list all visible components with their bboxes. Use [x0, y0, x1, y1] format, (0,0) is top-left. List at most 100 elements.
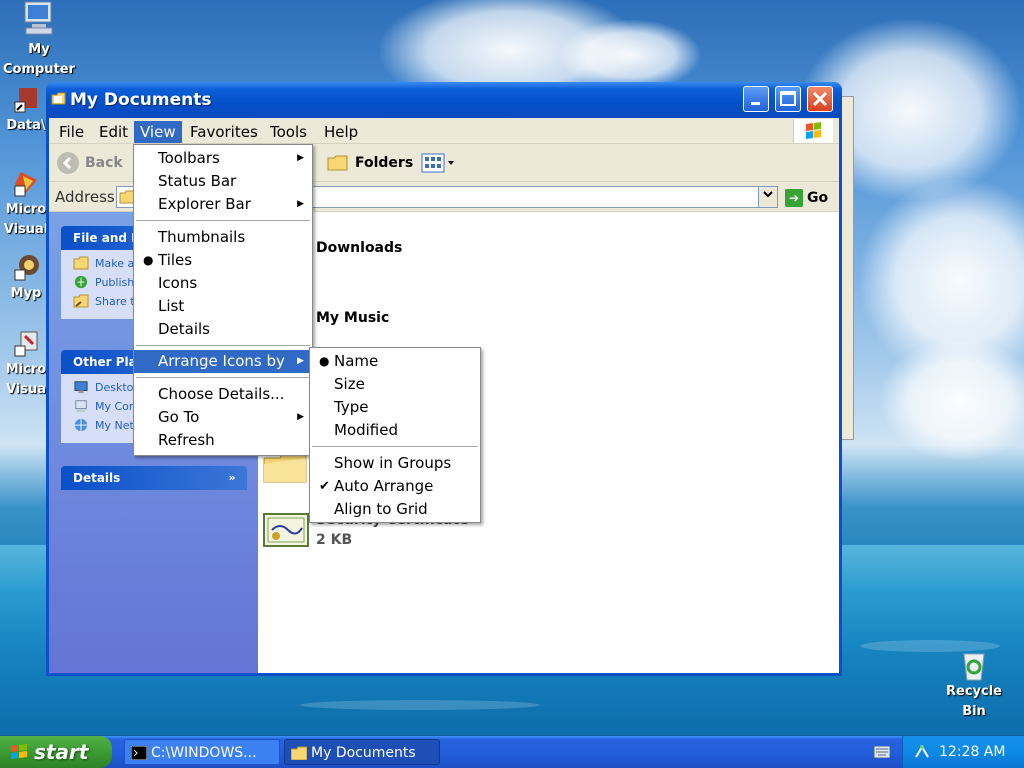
folder-icon [291, 746, 307, 760]
view-menu: Toolbars ▶ Status Bar Explorer Bar ▶ Thu… [133, 144, 313, 456]
view-menu-choose-details[interactable]: Choose Details... [134, 383, 312, 406]
maximize-icon [780, 91, 796, 106]
view-menu-arrange-icons-by[interactable]: Arrange Icons by ▶ [134, 350, 312, 373]
address-label: Address [55, 188, 115, 206]
radio-bullet-icon: ● [143, 253, 154, 267]
share-folder-icon [73, 294, 89, 308]
submenu-arrow-icon: ▶ [297, 199, 304, 209]
view-menu-icons[interactable]: Icons [134, 272, 312, 295]
menu-item-label: Toolbars [158, 149, 220, 167]
computer-icon [24, 1, 53, 35]
desktop-icon-recycle-bin[interactable]: Recycle Bin [934, 648, 1014, 722]
taskbar-item-cmd[interactable]: C:\WINDOWS... [124, 739, 280, 765]
submenu-arrow-icon: ▶ [297, 412, 304, 422]
menu-tools[interactable]: Tools [264, 121, 313, 143]
new-folder-icon [73, 256, 89, 270]
radio-bullet-icon: ● [319, 354, 330, 368]
background-window-edge [840, 96, 854, 440]
arrange-align-to-grid[interactable]: Align to Grid [310, 498, 480, 521]
desktop-icon [74, 381, 88, 394]
back-arrow-icon [57, 152, 79, 174]
menu-separator [136, 220, 310, 221]
clock[interactable]: 12:28 AM [939, 736, 1005, 768]
network-icon [74, 418, 88, 432]
expand-icon: » [228, 471, 236, 484]
windows-flag-icon [806, 122, 821, 139]
menu-item-label: Auto Arrange [334, 477, 434, 495]
item-downloads[interactable]: Downloads [316, 240, 402, 256]
shortcut-icon [14, 88, 37, 113]
windows-logo [793, 119, 833, 143]
menu-help[interactable]: Help [318, 121, 364, 143]
arrange-by-type[interactable]: Type [310, 396, 480, 419]
menu-item-label: Explorer Bar [158, 195, 251, 213]
view-menu-tiles[interactable]: ● Tiles [134, 249, 312, 272]
arrange-by-modified[interactable]: Modified [310, 419, 480, 442]
view-menu-details[interactable]: Details [134, 318, 312, 341]
menu-view[interactable]: View [134, 121, 182, 143]
arrange-icons-submenu: ● Name Size Type Modified Show in Groups… [309, 347, 481, 523]
view-menu-refresh[interactable]: Refresh [134, 429, 312, 452]
title-bar[interactable]: My Documents [46, 82, 842, 118]
network-icon[interactable] [913, 743, 931, 761]
go-label: Go [807, 190, 829, 206]
app-icon [14, 255, 39, 281]
taskbar-item-label: My Documents [311, 745, 416, 761]
menu-edit[interactable]: Edit [93, 121, 134, 143]
submenu-arrow-icon: ▶ [297, 153, 304, 163]
arrange-auto-arrange[interactable]: ✔ Auto Arrange [310, 475, 480, 498]
taskbar: start C:\WINDOWS... My Documents 12:28 A… [0, 736, 1024, 768]
certificate-icon[interactable] [262, 512, 310, 548]
maximize-button[interactable] [775, 86, 801, 112]
menu-bar: File Edit View Favorites Tools Help [49, 118, 839, 144]
close-icon [812, 91, 828, 107]
command-prompt-icon [131, 746, 147, 760]
close-button[interactable] [807, 86, 833, 112]
folders-icon [327, 155, 348, 171]
cloud [560, 20, 700, 90]
chevron-down-icon [763, 191, 773, 198]
address-dropdown-button[interactable] [758, 186, 778, 208]
folders-button[interactable]: Folders [327, 151, 413, 175]
menu-item-label: Arrange Icons by [158, 352, 285, 370]
minimize-icon [751, 102, 760, 105]
taskbar-item-my-documents[interactable]: My Documents [284, 739, 440, 765]
menu-separator [136, 377, 310, 378]
back-button[interactable]: Back [57, 151, 123, 175]
arrange-by-name[interactable]: ● Name [310, 350, 480, 373]
system-tray: 12:28 AM [902, 736, 1024, 768]
panel-title: Details [73, 471, 121, 485]
minimize-button[interactable] [743, 86, 769, 112]
panel-header[interactable]: Details » [61, 466, 247, 490]
folder-icon [51, 92, 66, 105]
go-arrow-icon: ➔ [785, 189, 803, 207]
menu-separator [136, 345, 310, 346]
menu-file[interactable]: File [53, 121, 90, 143]
sea-glint [300, 700, 540, 710]
cloud [880, 340, 1024, 460]
recycle-bin-icon [963, 653, 985, 681]
view-menu-list[interactable]: List [134, 295, 312, 318]
view-menu-thumbnails[interactable]: Thumbnails [134, 226, 312, 249]
go-button[interactable]: ➔ Go [785, 187, 828, 209]
menu-separator [312, 446, 478, 447]
menu-favorites[interactable]: Favorites [184, 121, 264, 143]
arrange-by-size[interactable]: Size [310, 373, 480, 396]
back-label: Back [85, 155, 123, 171]
visual-studio-icon [14, 172, 37, 197]
view-menu-explorer-bar[interactable]: Explorer Bar ▶ [134, 193, 312, 216]
globe-icon [74, 275, 88, 289]
item-my-music[interactable]: My Music [316, 310, 389, 326]
desktop-icon-my-computer[interactable]: My Computer [0, 0, 79, 80]
windows-flag-icon [11, 744, 27, 759]
keyboard-icon[interactable] [874, 746, 890, 758]
view-menu-status-bar[interactable]: Status Bar [134, 170, 312, 193]
view-menu-toolbars[interactable]: Toolbars ▶ [134, 147, 312, 170]
menu-item-label: Go To [158, 408, 200, 426]
view-menu-go-to[interactable]: Go To ▶ [134, 406, 312, 429]
check-icon: ✔ [319, 479, 330, 494]
window-title: My Documents [70, 90, 212, 110]
views-button[interactable] [421, 152, 457, 174]
arrange-show-in-groups[interactable]: Show in Groups [310, 452, 480, 475]
start-button[interactable]: start [0, 736, 112, 768]
